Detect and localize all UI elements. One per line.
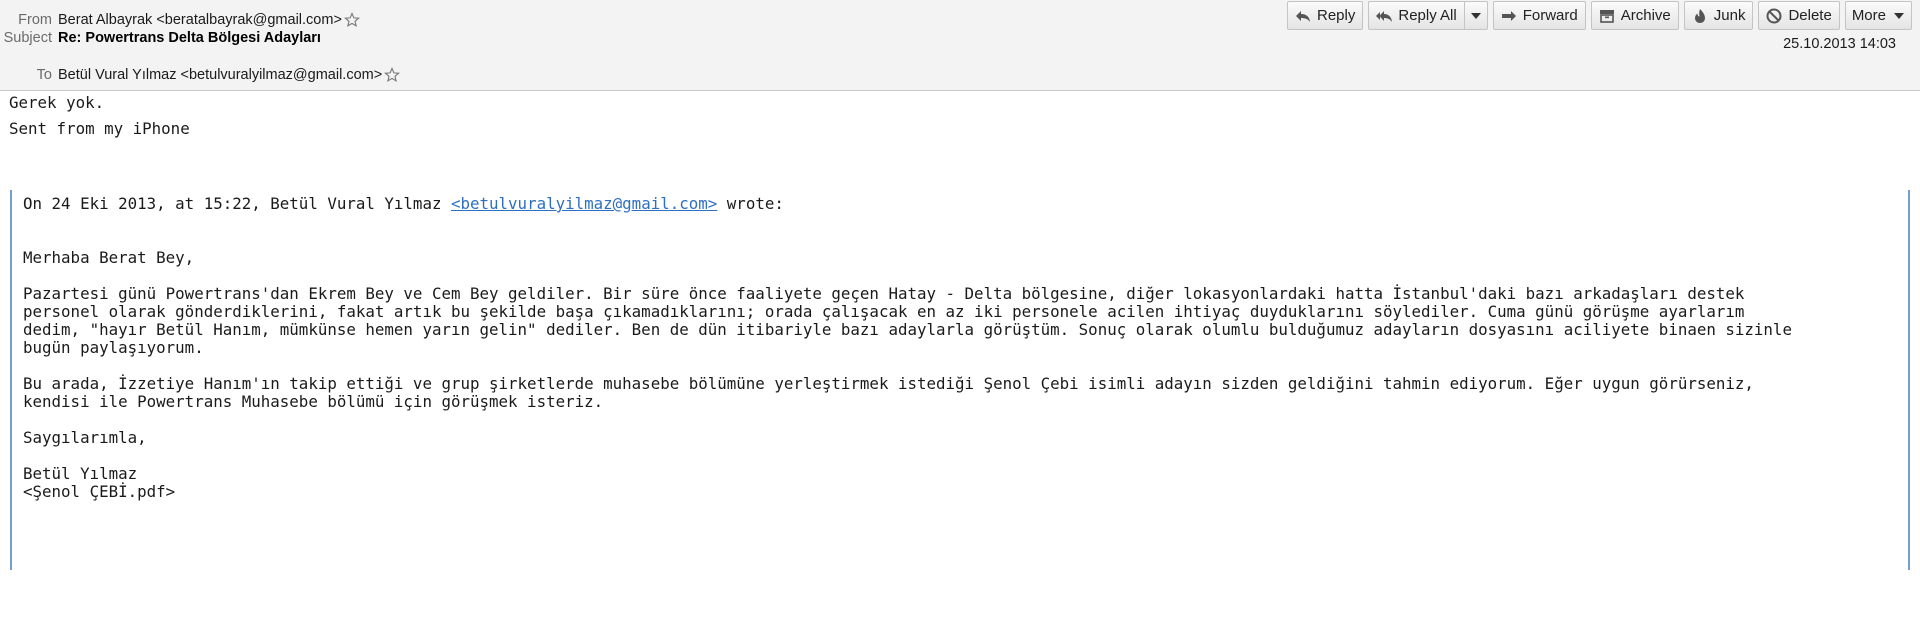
delete-icon xyxy=(1765,7,1783,25)
attribution-text: On 24 Eki 2013, at 15:22, Betül Vural Yı… xyxy=(23,194,451,213)
quote-paragraph-line: kendisi ile Powertrans Muhasebe bölümü i… xyxy=(23,392,604,411)
reply-all-label: Reply All xyxy=(1398,7,1457,24)
junk-icon xyxy=(1691,7,1709,25)
reply-all-button[interactable]: Reply All xyxy=(1368,1,1464,30)
junk-button[interactable]: Junk xyxy=(1683,1,1754,30)
quote-attribution: On 24 Eki 2013, at 15:22, Betül Vural Yı… xyxy=(23,193,784,215)
to-value[interactable]: Betül Vural Yılmaz <betulvuralyilmaz@gma… xyxy=(58,67,382,83)
reply-all-dropdown[interactable] xyxy=(1463,1,1488,30)
reply-icon xyxy=(1294,7,1312,25)
reply-all-icon xyxy=(1375,7,1393,25)
message-date: 25.10.2013 14:03 xyxy=(1783,36,1896,52)
quote-greeting: Merhaba Berat Bey, xyxy=(23,248,195,267)
chevron-down-icon xyxy=(1894,12,1904,19)
junk-label: Junk xyxy=(1713,7,1746,24)
reply-button[interactable]: Reply xyxy=(1287,1,1364,30)
archive-button[interactable]: Archive xyxy=(1590,1,1679,30)
to-label: To xyxy=(36,67,52,83)
delete-button[interactable]: Delete xyxy=(1758,1,1840,30)
to-row: To Betül Vural Yılmaz <betulvuralyilmaz@… xyxy=(0,63,401,87)
reply-all-split: Reply All xyxy=(1368,1,1488,30)
star-icon[interactable] xyxy=(384,67,401,83)
message-header: From Berat Albayrak <beratalbayrak@gmail… xyxy=(0,0,1920,91)
quote-closing: Saygılarımla, xyxy=(23,428,147,447)
subject-row: Subject Re: Powertrans Delta Bölgesi Ada… xyxy=(0,26,321,50)
forward-icon xyxy=(1500,7,1518,25)
quoted-message: On 24 Eki 2013, at 15:22, Betül Vural Yı… xyxy=(10,190,1910,570)
more-label: More xyxy=(1851,7,1886,24)
forward-label: Forward xyxy=(1522,7,1578,24)
quote-paragraph-line: dedim, "hayır Betül Hanım, mümkünse heme… xyxy=(23,320,1792,339)
message-toolbar: Reply Reply All Forward Archive Junk Del… xyxy=(1282,1,1912,30)
signature-device: Sent from my iPhone xyxy=(9,119,190,138)
attribution-suffix: wrote: xyxy=(717,194,784,213)
chevron-down-icon xyxy=(1470,12,1481,19)
star-icon[interactable] xyxy=(343,12,360,28)
reply-text: Gerek yok. xyxy=(9,93,105,112)
subject-value: Re: Powertrans Delta Bölgesi Adayları xyxy=(58,30,321,46)
archive-icon xyxy=(1598,7,1616,25)
more-button[interactable]: More xyxy=(1844,1,1912,30)
sender-email-link[interactable]: <betulvuralyilmaz@gmail.com> xyxy=(451,194,717,213)
delete-label: Delete xyxy=(1788,7,1832,24)
attachment-reference: <Şenol ÇEBİ.pdf> xyxy=(23,482,176,501)
reply-label: Reply xyxy=(1317,7,1356,24)
archive-label: Archive xyxy=(1620,7,1671,24)
forward-button[interactable]: Forward xyxy=(1492,1,1586,30)
quote-paragraph-line: bugün paylaşıyorum. xyxy=(23,338,204,357)
subject-label: Subject xyxy=(3,30,52,46)
